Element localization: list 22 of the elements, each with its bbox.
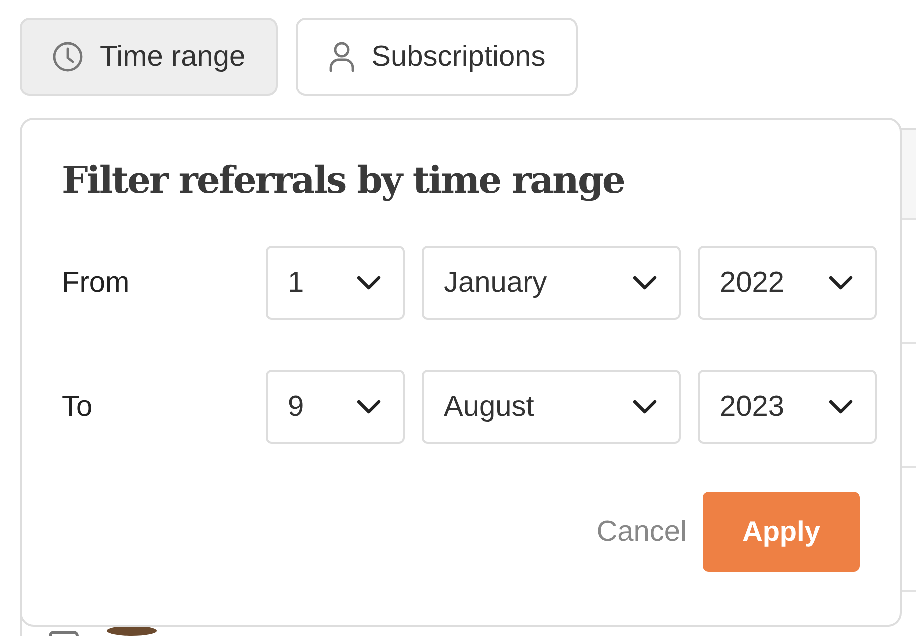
cancel-button[interactable]: Cancel [596, 516, 687, 548]
row-checkbox[interactable] [49, 631, 79, 636]
person-icon [328, 41, 356, 73]
avatar-photo [107, 626, 157, 636]
dropdown-select[interactable]: January [422, 246, 681, 320]
chevron-down-icon [357, 400, 381, 414]
filter-button[interactable]: Time range [20, 18, 278, 96]
dropdown-select[interactable]: 1 [266, 246, 405, 320]
dropdown-select[interactable]: 9 [266, 370, 405, 444]
filter-button[interactable]: Subscriptions [296, 18, 578, 96]
chevron-down-icon [633, 276, 657, 290]
field-label: To [62, 390, 94, 424]
chevron-down-icon [829, 276, 853, 290]
field-label: From [62, 266, 131, 300]
dropdown-select[interactable]: 2022 [698, 246, 877, 320]
chevron-down-icon [633, 400, 657, 414]
dropdown-select[interactable]: August [422, 370, 681, 444]
popover-title: Filter referrals by time range [62, 158, 626, 202]
dropdown-select[interactable]: 2023 [698, 370, 877, 444]
chevron-down-icon [357, 276, 381, 290]
chevron-down-icon [829, 400, 853, 414]
clock-icon [52, 41, 84, 73]
